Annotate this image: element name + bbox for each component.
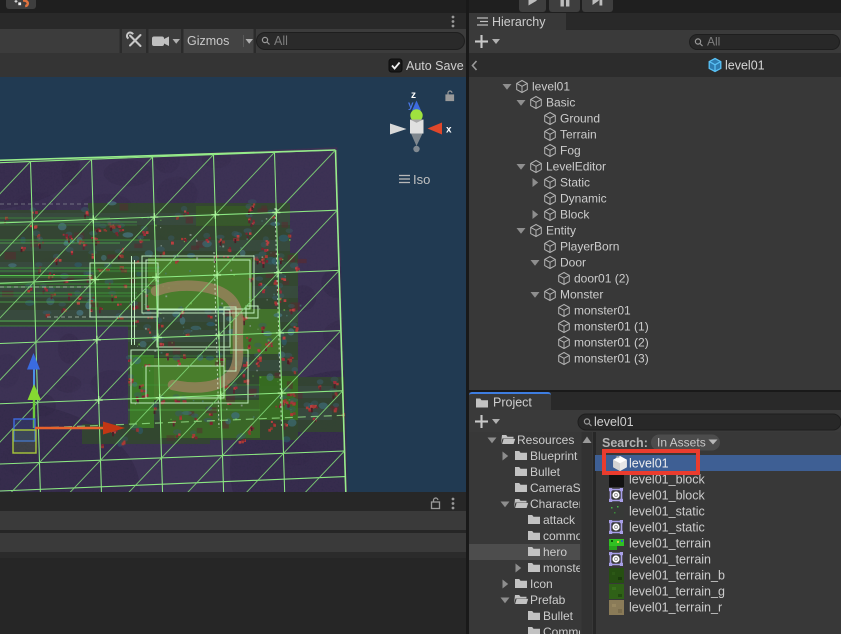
svg-text:In Assets: In Assets — [657, 436, 706, 450]
svg-text:Block: Block — [560, 208, 590, 222]
svg-text:level01_terrain: level01_terrain — [629, 553, 711, 567]
svg-text:Search:: Search: — [602, 436, 648, 450]
svg-text:Entity: Entity — [546, 224, 576, 238]
svg-text:hero: hero — [543, 545, 567, 559]
svg-text:level01_block: level01_block — [629, 489, 705, 503]
svg-text:monster01: monster01 — [574, 304, 631, 318]
svg-text:Dynamic: Dynamic — [560, 192, 607, 206]
svg-text:Terrain: Terrain — [560, 128, 597, 142]
svg-text:monster01 (2): monster01 (2) — [574, 336, 649, 350]
svg-text:Project: Project — [493, 396, 532, 410]
svg-text:level01_terrain_b: level01_terrain_b — [629, 569, 725, 583]
svg-text:Fog: Fog — [560, 144, 581, 158]
svg-text:level01: level01 — [725, 59, 765, 73]
svg-text:Ground: Ground — [560, 112, 600, 126]
svg-text:PlayerBorn: PlayerBorn — [560, 240, 619, 254]
svg-text:All: All — [274, 34, 288, 48]
svg-text:attack: attack — [543, 513, 576, 527]
svg-text:Blueprint: Blueprint — [530, 449, 578, 463]
svg-text:level01_terrain_r: level01_terrain_r — [629, 601, 722, 615]
svg-text:Static: Static — [560, 176, 590, 190]
svg-text:All: All — [707, 35, 720, 49]
svg-text:door01 (2): door01 (2) — [574, 272, 629, 286]
svg-text:monster: monster — [543, 561, 586, 575]
svg-text:level01_static: level01_static — [629, 521, 705, 535]
svg-text:level01: level01 — [532, 80, 570, 94]
svg-text:LevelEditor: LevelEditor — [546, 160, 606, 174]
svg-text:monster01 (3): monster01 (3) — [574, 352, 649, 366]
svg-text:Bullet: Bullet — [543, 609, 574, 623]
svg-text:Icon: Icon — [530, 577, 553, 591]
svg-text:level01_static: level01_static — [629, 505, 705, 519]
svg-text:monster01 (1): monster01 (1) — [574, 320, 649, 334]
svg-text:Auto Save: Auto Save — [406, 59, 464, 73]
svg-text:Gizmos: Gizmos — [187, 34, 229, 48]
svg-text:Character: Character — [530, 497, 583, 511]
svg-text:Hierarchy: Hierarchy — [492, 15, 546, 29]
svg-text:Prefab: Prefab — [530, 593, 566, 607]
svg-text:level01: level01 — [594, 415, 634, 429]
svg-text:CameraShake: CameraShake — [530, 481, 607, 495]
svg-text:x: x — [446, 125, 452, 136]
svg-text:Door: Door — [560, 256, 586, 270]
svg-text:Bullet: Bullet — [530, 465, 561, 479]
svg-text:level01: level01 — [629, 457, 669, 471]
svg-text:Monster: Monster — [560, 288, 603, 302]
svg-text:Basic: Basic — [546, 96, 575, 110]
svg-text:level01_terrain: level01_terrain — [629, 537, 711, 551]
svg-text:Resources: Resources — [517, 433, 574, 447]
svg-text:level01_terrain_g: level01_terrain_g — [629, 585, 725, 599]
svg-text:Iso: Iso — [413, 172, 430, 187]
